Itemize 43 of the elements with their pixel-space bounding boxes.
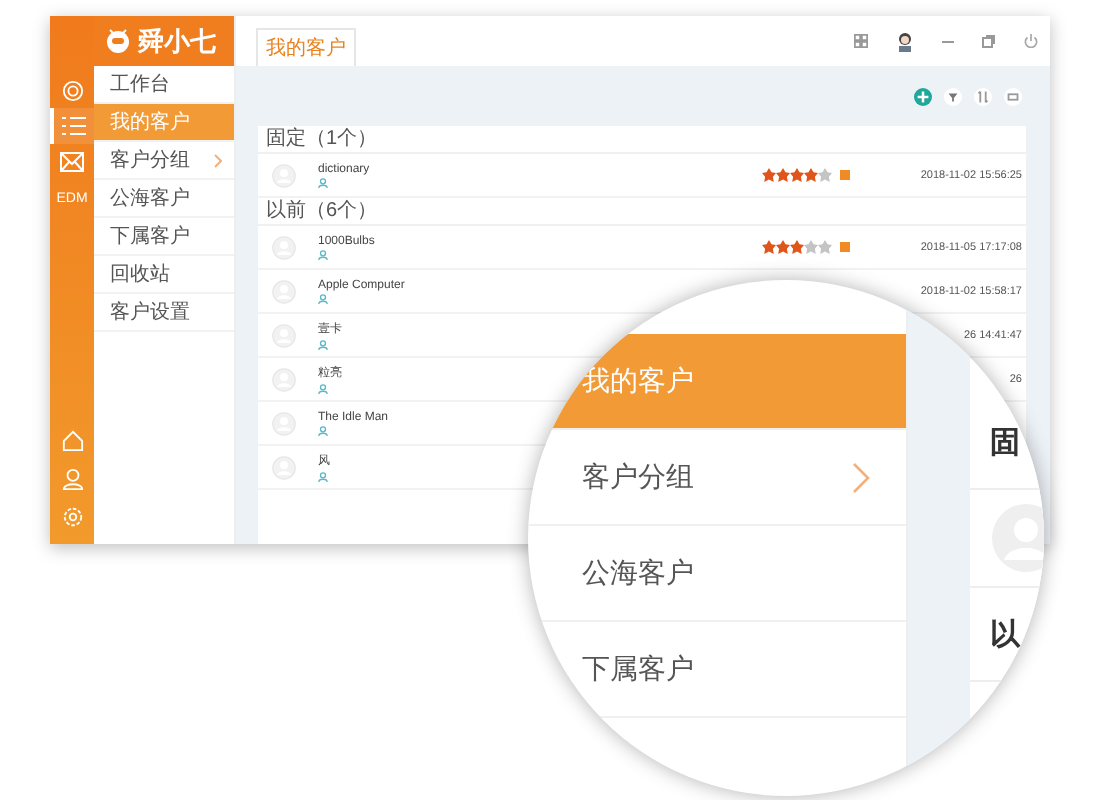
mail-icon [60,152,84,172]
filter-icon[interactable] [944,87,962,105]
avatar-placeholder-icon [272,367,296,391]
robot-logo-icon [104,28,132,54]
power-icon[interactable] [1024,34,1038,48]
section-title: 固 [970,396,1044,490]
nav-item[interactable]: 客户分组 [94,142,234,180]
target-icon [61,79,83,101]
avatar-placeholder-icon [272,323,296,347]
avatar-placeholder-icon [272,235,296,259]
add-icon[interactable] [914,87,932,105]
list-view-icon[interactable] [1004,87,1022,105]
sort-icon[interactable] [974,87,992,105]
nav-item[interactable]: 公海客户 [94,180,234,218]
avatar-placeholder-icon [272,411,296,435]
contact-person-icon [318,472,328,482]
list-icon [62,116,86,136]
nav-item[interactable]: 客户分组 [582,459,694,495]
home-icon[interactable] [61,430,83,452]
user-icon[interactable] [61,468,83,490]
contact-person-icon [318,293,328,303]
settings-icon[interactable] [61,506,83,528]
contact-person-icon [318,340,328,350]
nav-item[interactable]: 公海客户 [582,555,694,591]
avatar-placeholder-icon [272,455,296,479]
nav-item[interactable]: 下属客户 [582,651,694,687]
contact-person-icon [318,249,328,259]
nav-item[interactable]: 下属客户 [94,218,234,256]
contact-person-icon [318,384,328,394]
section-title: 固定（1个） [258,126,1026,154]
restore-icon[interactable] [982,34,996,48]
minimize-icon[interactable] [942,39,954,43]
contact-person-icon [318,177,328,187]
nav-item[interactable]: 客户设置 [94,294,234,332]
grid-icon[interactable] [854,34,868,48]
logo-text: 舜小七 [138,23,216,59]
avatar-icon[interactable] [896,31,914,51]
avatar-placeholder-icon [272,163,296,187]
section-title: 以 [970,588,1044,682]
section-title: 以前（6个） [258,198,1026,226]
avatar-placeholder-icon [272,279,296,303]
contact-person-icon [318,425,328,435]
nav-item[interactable]: 回收站 [94,256,234,294]
